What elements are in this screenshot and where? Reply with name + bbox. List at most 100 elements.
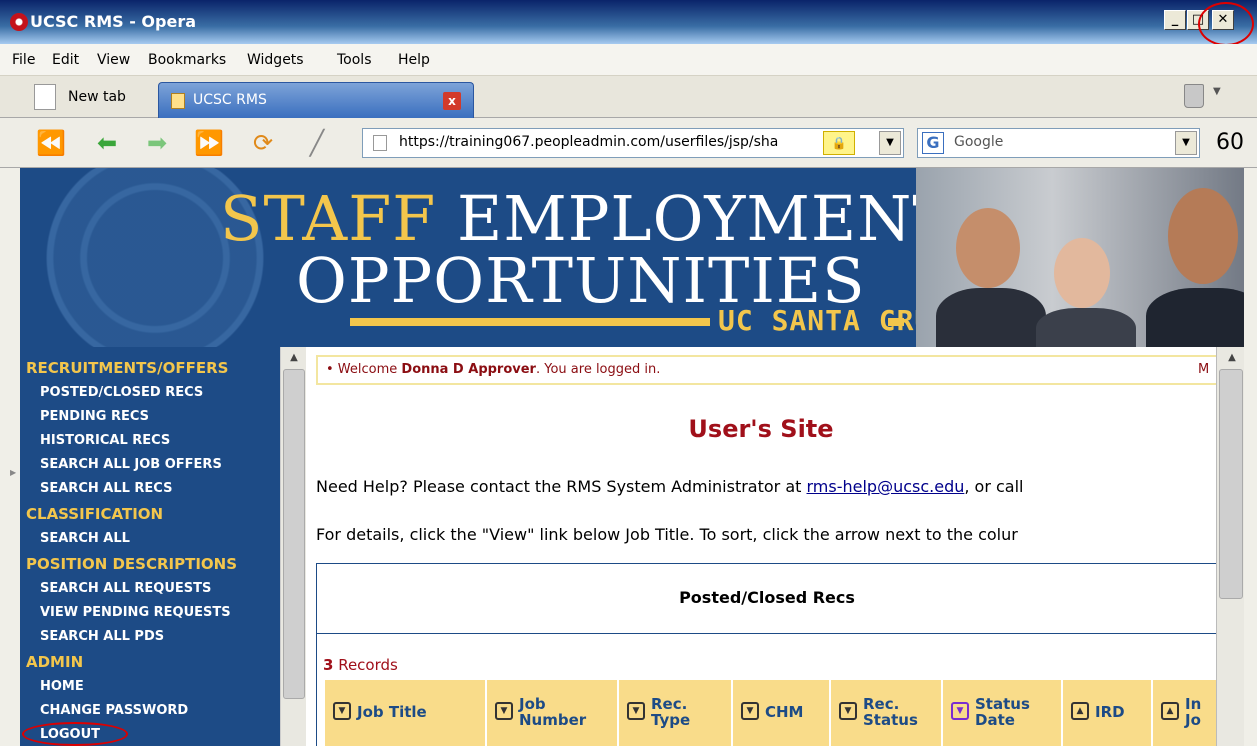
column-label: Type [651,711,691,729]
records-count-label: Records [333,656,398,674]
back-icon[interactable]: ⬅ [92,128,122,158]
close-button[interactable]: ✕ [1212,10,1234,30]
help-email-link[interactable]: rms-help@ucsc.edu [807,477,965,496]
banner-photo [916,168,1257,347]
address-dropdown-icon[interactable]: ▼ [879,131,901,155]
window-title: UCSC RMS - Opera [30,12,197,31]
sidebar-section-classification[interactable]: CLASSIFICATION [26,505,163,523]
reload-icon[interactable]: ⟳ [248,128,278,158]
tab-ucsc-rms[interactable]: UCSC RMS x [158,82,474,118]
welcome-truncated-link[interactable]: M [1198,362,1209,377]
recs-panel: Posted/Closed Recs 3 Records ▼ Job Title… [316,563,1216,746]
column-status-date[interactable]: ▼ Status Date [943,680,1063,746]
column-label: Status [863,711,918,729]
sidebar-section-admin[interactable]: ADMIN [26,653,83,671]
address-bar[interactable]: https://training067.peopleadmin.com/user… [362,128,904,158]
welcome-user-name: Donna D Approver [401,362,536,377]
expand-arrow-icon[interactable]: ▶ [10,468,16,477]
page-icon [171,93,185,109]
minimize-button[interactable]: _ [1164,10,1186,30]
menu-file[interactable]: File [12,52,35,68]
lock-icon[interactable]: 🔒 [823,131,855,155]
sort-down-icon[interactable]: ▼ [741,702,759,720]
url-text[interactable]: https://training067.peopleadmin.com/user… [399,134,819,150]
menu-view[interactable]: View [97,52,130,68]
forward-icon[interactable]: ➡ [142,128,172,158]
sort-down-icon[interactable]: ▼ [627,702,645,720]
glasses-icon[interactable]: 60 [1216,130,1244,155]
sidebar-item-view-pending[interactable]: VIEW PENDING REQUESTS [40,605,231,620]
banner-underline [350,318,710,326]
sidebar-scrollbar[interactable]: ▲ [280,347,306,746]
sidebar-item-search-all[interactable]: SEARCH ALL [40,531,130,546]
scroll-up-icon[interactable]: ▲ [1223,349,1241,367]
column-label: In [1185,695,1202,713]
new-page-icon [34,84,56,110]
column-chm[interactable]: ▼ CHM [733,680,831,746]
tab-new-label: New tab [68,89,126,105]
menu-widgets[interactable]: Widgets [247,52,304,68]
search-dropdown-icon[interactable]: ▼ [1175,131,1197,155]
column-label: Job [519,695,546,713]
records-count-value: 3 [323,656,334,674]
sidebar-section-position-descriptions[interactable]: POSITION DESCRIPTIONS [26,555,237,573]
sidebar-item-logout[interactable]: LOGOUT [40,727,100,742]
navigation-bar: ⏪ ⬅ ➡ ⏩ ⟳ ╱ https://training067.peoplead… [0,118,1257,168]
column-label: Date [975,711,1015,729]
site-banner: STAFF EMPLOYMENT OPPORTUNITIES UC SANTA … [20,168,1257,347]
help-prefix: Need Help? Please contact the RMS System… [316,477,807,496]
scrollbar-thumb[interactable] [283,369,305,699]
sort-down-icon[interactable]: ▼ [951,702,969,720]
sidebar-item-posted-closed[interactable]: POSTED/CLOSED RECS [40,385,203,400]
sort-up-icon[interactable]: ▲ [1071,702,1089,720]
column-rec-status[interactable]: ▼ Rec. Status [831,680,943,746]
sidebar-section-recruitments[interactable]: RECRUITMENTS/OFFERS [26,359,228,377]
column-label: CHM [765,703,804,721]
sort-up-icon[interactable]: ▲ [1161,702,1179,720]
trash-icon[interactable] [1184,84,1204,108]
menu-help[interactable]: Help [398,52,430,68]
column-label: Jo [1185,711,1201,729]
column-job-title[interactable]: ▼ Job Title [325,680,487,746]
rewind-icon[interactable]: ⏪ [36,128,66,158]
edit-icon[interactable]: ╱ [302,128,332,158]
main-scrollbar[interactable]: ▲ [1216,347,1244,746]
scrollbar-thumb[interactable] [1219,369,1243,599]
tab-new[interactable]: New tab [26,82,134,114]
sidebar-item-home[interactable]: HOME [40,679,84,694]
column-label: Rec. [651,695,688,713]
maximize-button[interactable]: □ [1187,10,1209,30]
column-job-number[interactable]: ▼ Job Number [487,680,619,746]
page-title: User's Site [688,415,834,443]
panel-toggle-strip[interactable]: ▶ [0,168,20,746]
panel-title: Posted/Closed Recs [317,564,1216,634]
sidebar-item-change-password[interactable]: CHANGE PASSWORD [40,703,188,718]
sort-down-icon[interactable]: ▼ [495,702,513,720]
column-rec-type[interactable]: ▼ Rec. Type [619,680,733,746]
scroll-up-icon[interactable]: ▲ [285,349,303,367]
google-icon: G [922,132,944,154]
menu-edit[interactable]: Edit [52,52,79,68]
column-in[interactable]: ▲ In Jo [1153,680,1216,746]
sidebar-item-pending[interactable]: PENDING RECS [40,409,149,424]
sidebar-item-search-requests[interactable]: SEARCH ALL REQUESTS [40,581,211,596]
window-titlebar: UCSC RMS - Opera _ □ ✕ [0,0,1257,44]
sort-down-icon[interactable]: ▼ [333,702,351,720]
welcome-bar: • Welcome Donna D Approver. You are logg… [316,355,1216,385]
search-placeholder: Google [954,134,1004,150]
sidebar-item-search-pds[interactable]: SEARCH ALL PDS [40,629,164,644]
search-box[interactable]: G Google ▼ [917,128,1200,158]
menu-tools[interactable]: Tools [337,52,372,68]
sidebar-item-search-recs[interactable]: SEARCH ALL RECS [40,481,172,496]
trash-dropdown-icon[interactable]: ▼ [1213,86,1221,97]
sidebar-item-search-offers[interactable]: SEARCH ALL JOB OFFERS [40,457,222,472]
column-ird[interactable]: ▲ IRD [1063,680,1153,746]
fast-forward-icon[interactable]: ⏩ [194,128,224,158]
tab-close-icon[interactable]: x [443,92,461,110]
records-count: 3 Records [323,656,398,674]
sort-down-icon[interactable]: ▼ [839,702,857,720]
banner-underline-end [888,318,904,326]
welcome-prefix: • Welcome [326,362,402,377]
sidebar-item-historical[interactable]: HISTORICAL RECS [40,433,170,448]
menu-bookmarks[interactable]: Bookmarks [148,52,226,68]
